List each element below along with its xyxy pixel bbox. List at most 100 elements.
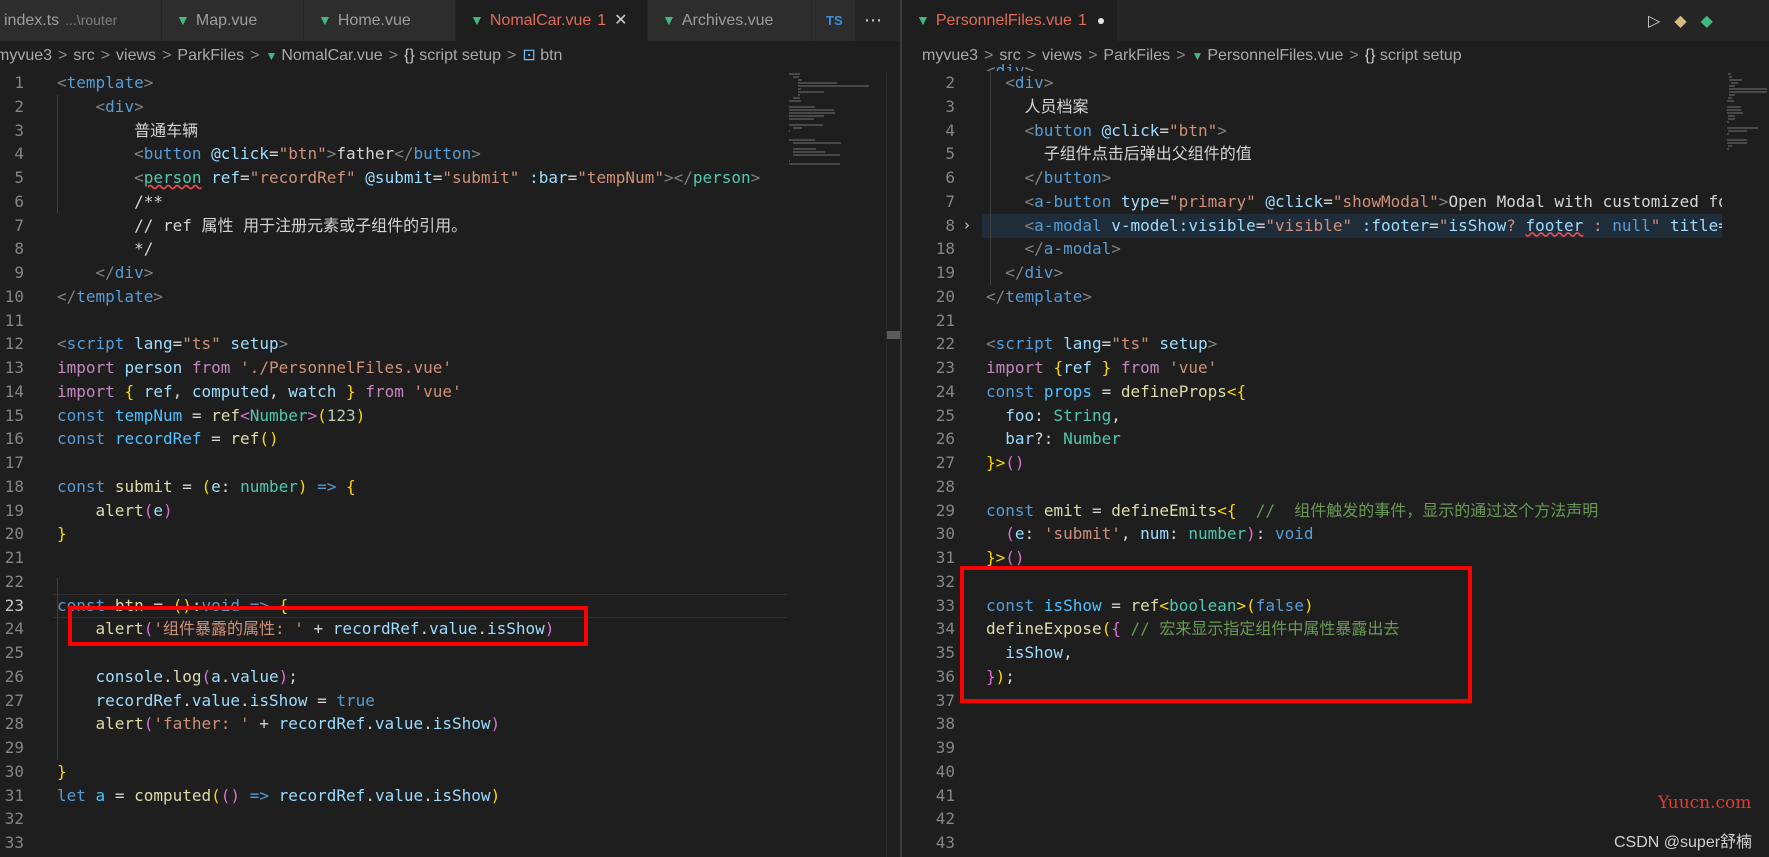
- more-actions-icon[interactable]: ⋯: [864, 0, 882, 41]
- code-line[interactable]: [57, 570, 787, 594]
- code-line[interactable]: 人员档案: [986, 95, 1722, 119]
- left-scrollbar[interactable]: [886, 71, 900, 857]
- breadcrumb-item[interactable]: myvue3: [922, 47, 978, 64]
- tab-ts[interactable]: TS: [812, 0, 856, 41]
- code-line[interactable]: </button>: [986, 166, 1722, 190]
- code-line[interactable]: alert(e): [57, 499, 787, 523]
- code-line[interactable]: const tempNum = ref<Number>(123): [57, 404, 787, 428]
- code-line[interactable]: <a-button type="primary" @click="showMod…: [986, 190, 1722, 214]
- line-number: 23: [935, 358, 955, 377]
- code-line[interactable]: [986, 807, 1722, 831]
- vue-devtools-icon[interactable]: ◆: [1701, 11, 1713, 30]
- breadcrumb-item[interactable]: script setup: [1380, 47, 1462, 64]
- code-line[interactable]: const props = defineProps<{: [986, 380, 1722, 404]
- code-line[interactable]: </template>: [57, 285, 787, 309]
- right-minimap[interactable]: [1725, 71, 1768, 857]
- fold-chevron-icon[interactable]: ›: [964, 216, 970, 234]
- line-number: 32: [935, 571, 955, 591]
- code-line[interactable]: [986, 736, 1722, 760]
- tab-nomalcar-vue[interactable]: ▼ NomalCar.vue 1 ✕: [456, 0, 648, 41]
- tab-personnelfiles[interactable]: ▼ PersonnelFiles.vue 1 ●: [902, 0, 1118, 41]
- code-line[interactable]: [57, 451, 787, 475]
- code-line[interactable]: [57, 807, 787, 831]
- code-line[interactable]: </a-modal>: [986, 237, 1722, 261]
- tab-home-vue[interactable]: ▼ Home.vue: [304, 0, 456, 41]
- tab-index-ts[interactable]: index.ts ...\router: [0, 0, 162, 41]
- code-line[interactable]: import { ref, computed, watch } from 'vu…: [57, 380, 787, 404]
- code-line[interactable]: 子组件点击后弹出父组件的值: [986, 142, 1722, 166]
- code-line[interactable]: foo: String,: [986, 404, 1722, 428]
- code-line[interactable]: const recordRef = ref(): [57, 427, 787, 451]
- code-line[interactable]: [986, 712, 1722, 736]
- code-line[interactable]: [57, 831, 787, 855]
- line-number: 38: [935, 714, 955, 734]
- close-icon[interactable]: ✕: [614, 12, 627, 29]
- breadcrumb-item[interactable]: NomalCar.vue: [281, 47, 382, 64]
- code-line[interactable]: [57, 736, 787, 760]
- code-line[interactable]: <button @click="btn">father</button>: [57, 142, 787, 166]
- breadcrumb-item[interactable]: PersonnelFiles.vue: [1207, 47, 1343, 64]
- code-line[interactable]: <div>: [57, 95, 787, 119]
- code-line[interactable]: bar?: Number: [986, 427, 1722, 451]
- code-line[interactable]: <script lang="ts" setup>: [986, 332, 1722, 356]
- code-line[interactable]: [986, 831, 1722, 855]
- code-line[interactable]: /**: [57, 190, 787, 214]
- code-line[interactable]: <button @click="btn">: [986, 119, 1722, 143]
- code-line[interactable]: <script lang="ts" setup>: [57, 332, 787, 356]
- code-line[interactable]: [986, 309, 1722, 333]
- run-icon[interactable]: ▷: [1648, 11, 1660, 30]
- breadcrumb-item[interactable]: views: [116, 47, 156, 64]
- vue-file-icon: ▼: [662, 12, 676, 28]
- code-line[interactable]: */: [57, 237, 787, 261]
- unsaved-dot-icon[interactable]: ●: [1097, 12, 1105, 28]
- breadcrumb-item[interactable]: ParkFiles: [1103, 47, 1170, 64]
- minimap-line: [1730, 82, 1739, 84]
- chevron-right-icon: >: [58, 47, 68, 64]
- code-line[interactable]: const emit = defineEmits<{ // 组件触发的事件，显示…: [986, 499, 1722, 523]
- code-line[interactable]: }>(): [986, 451, 1722, 475]
- code-line[interactable]: [57, 309, 787, 333]
- minimap-line: [1728, 130, 1748, 132]
- line-number: 29: [935, 500, 955, 520]
- line-number: 22: [4, 571, 24, 591]
- code-line[interactable]: [986, 760, 1722, 784]
- code-line[interactable]: <a-modal v-model:visible="visible" :foot…: [986, 214, 1722, 238]
- line-number: 25: [935, 405, 955, 425]
- code-line[interactable]: </div>: [57, 261, 787, 285]
- code-line[interactable]: (e: 'submit', num: number): void: [986, 522, 1722, 546]
- code-line[interactable]: 普通车辆: [57, 119, 787, 143]
- code-line[interactable]: recordRef.value.isShow = true: [57, 689, 787, 713]
- breadcrumb-item[interactable]: btn: [540, 47, 562, 64]
- tab-archives-vue[interactable]: ▼ Archives.vue: [648, 0, 812, 41]
- code-line[interactable]: [57, 546, 787, 570]
- tab-map-vue[interactable]: ▼ Map.vue: [162, 0, 304, 41]
- breadcrumb-item[interactable]: ParkFiles: [177, 47, 244, 64]
- breadcrumb-item[interactable]: views: [1042, 47, 1082, 64]
- minimap-line: [1729, 85, 1735, 87]
- code-line[interactable]: }: [57, 522, 787, 546]
- code-line[interactable]: // ref 属性 用于注册元素或子组件的引用。: [57, 214, 787, 238]
- right-editor-pane[interactable]: ▼ PersonnelFiles.vue 1 ● ▷ ◆ ◆ myvue3 > src > vie…: [902, 0, 1769, 857]
- left-minimap[interactable]: [787, 71, 877, 857]
- left-editor-pane[interactable]: index.ts ...\router ▼ Map.vue ▼ Home.vue ▼ Noma…: [0, 0, 900, 857]
- breadcrumb-item[interactable]: src: [73, 47, 94, 64]
- minimap-line: [1727, 139, 1748, 141]
- code-line[interactable]: import {ref } from 'vue': [986, 356, 1722, 380]
- code-line[interactable]: </div>: [986, 261, 1722, 285]
- code-line[interactable]: <person ref="recordRef" @submit="submit"…: [57, 166, 787, 190]
- code-line[interactable]: </template>: [986, 285, 1722, 309]
- vite-icon[interactable]: ◆: [1674, 11, 1686, 30]
- code-line[interactable]: console.log(a.value);: [57, 665, 787, 689]
- code-line[interactable]: [986, 784, 1722, 808]
- code-line[interactable]: [986, 475, 1722, 499]
- code-line[interactable]: let a = computed(() => recordRef.value.i…: [57, 784, 787, 808]
- breadcrumb-item[interactable]: script setup: [419, 47, 501, 64]
- code-line[interactable]: }: [57, 760, 787, 784]
- line-number: 35: [935, 643, 955, 662]
- code-line[interactable]: <div>: [986, 71, 1722, 95]
- code-line[interactable]: const submit = (e: number) => {: [57, 475, 787, 499]
- code-line[interactable]: <template>: [57, 71, 787, 95]
- code-line[interactable]: alert('father: ' + recordRef.value.isSho…: [57, 712, 787, 736]
- code-line[interactable]: import person from './PersonnelFiles.vue…: [57, 356, 787, 380]
- breadcrumb-item[interactable]: myvue3: [0, 47, 52, 64]
